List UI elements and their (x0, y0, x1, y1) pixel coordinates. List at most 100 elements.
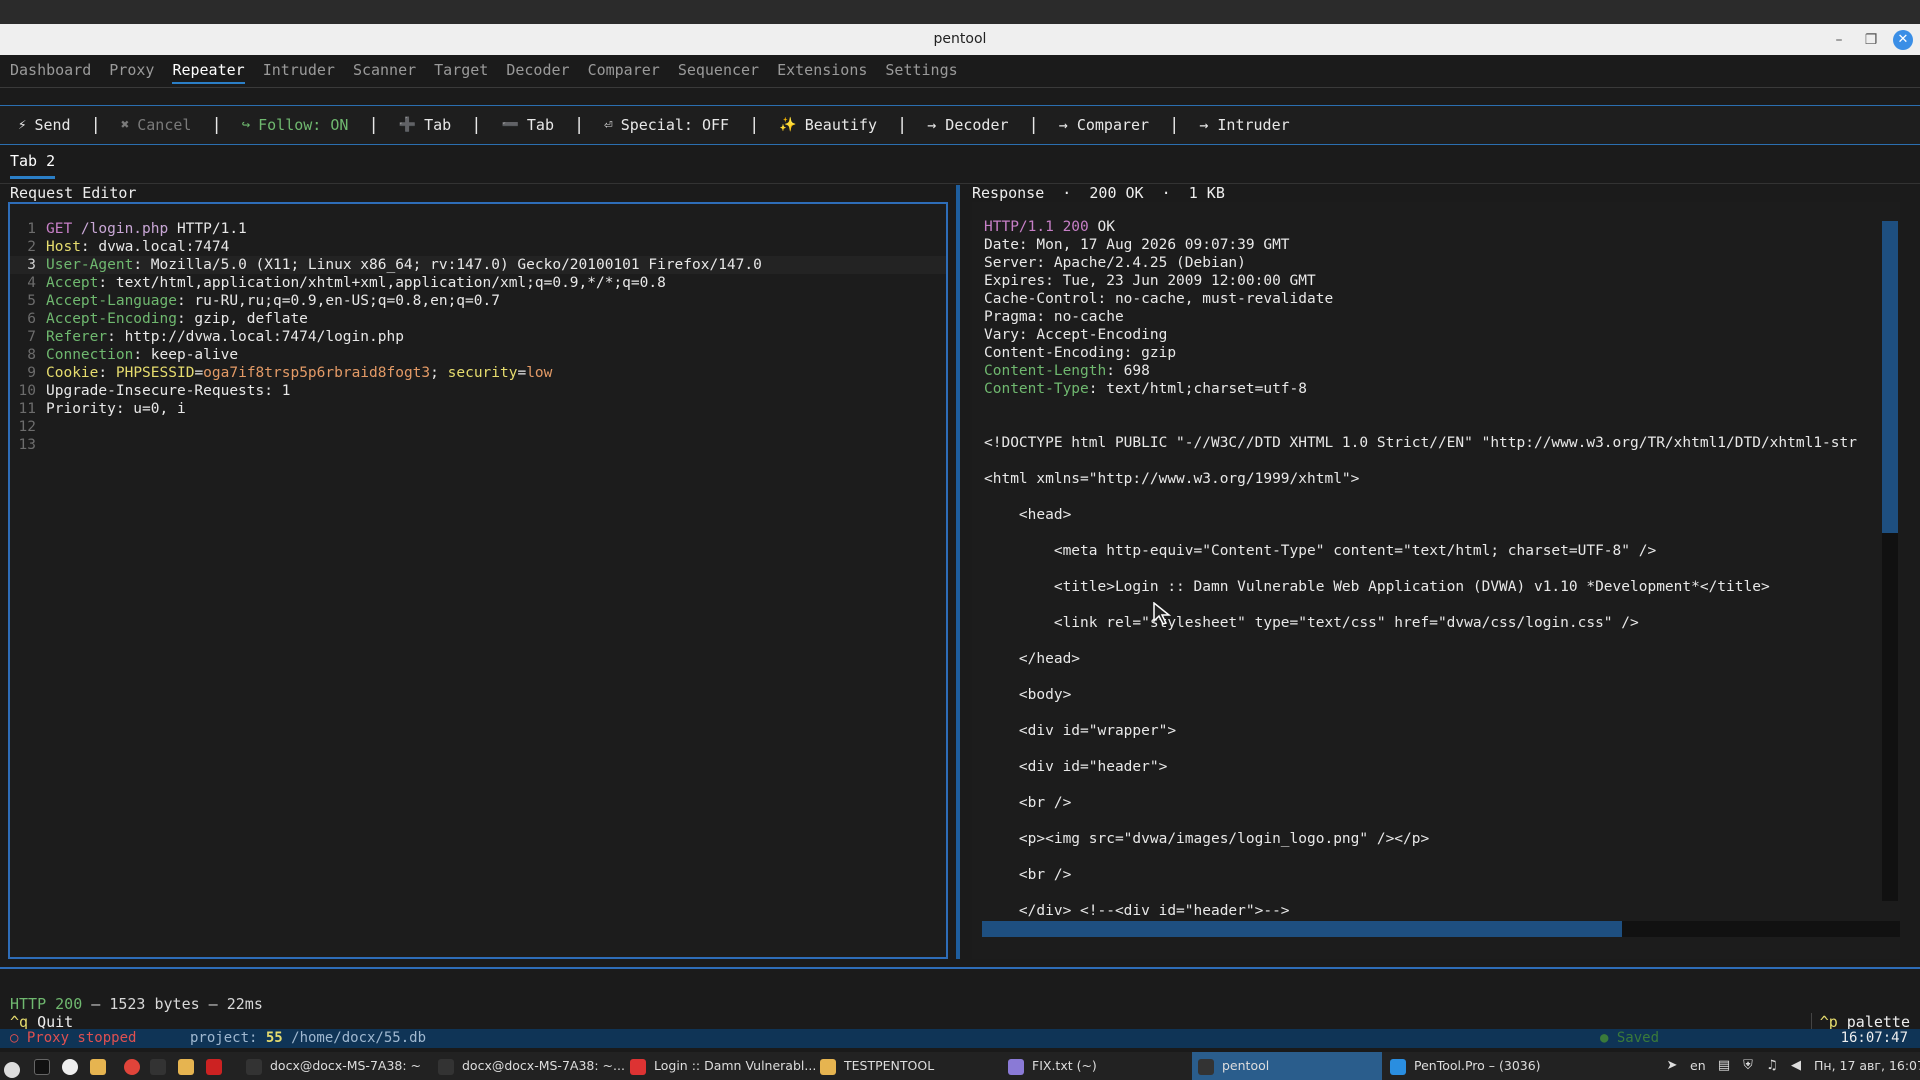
terminal-launcher-icon[interactable] (34, 1052, 58, 1080)
menu-dashboard[interactable]: Dashboard (10, 61, 91, 79)
restore-icon[interactable]: ❐ (1861, 30, 1881, 50)
request-line[interactable]: 5 Accept-Language: ru-RU,ru;q=0.9,en-US;q… (10, 292, 946, 310)
response-line[interactable]: Server: Apache/2.4.25 (Debian) (984, 254, 1864, 272)
request-line[interactable]: 1 GET /login.php HTTP/1.1 (10, 220, 946, 238)
response-line[interactable]: Expires: Tue, 23 Jun 2009 12:00:00 GMT (984, 272, 1864, 290)
response-viewer[interactable]: HTTP/1.1 200 OK Date: Mon, 17 Aug 2026 09… (970, 202, 1900, 959)
taskbar-window-item[interactable]: pentool (1192, 1052, 1382, 1080)
response-line[interactable]: <div id="header"> (984, 758, 1864, 776)
response-line[interactable]: Pragma: no-cache (984, 308, 1864, 326)
response-line[interactable] (984, 524, 1864, 542)
response-line[interactable] (984, 398, 1864, 416)
request-line[interactable]: 6 Accept-Encoding: gzip, deflate (10, 310, 946, 328)
send-to-intruder-button[interactable]: → Intruder (1199, 116, 1289, 134)
shield-icon[interactable]: ⛨ (1740, 1058, 1756, 1074)
keyboard-layout[interactable]: en (1690, 1052, 1706, 1080)
menu-sequencer[interactable]: Sequencer (678, 61, 759, 79)
request-line[interactable]: 7 Referer: http://dvwa.local:7474/login.p… (10, 328, 946, 346)
menu-repeater[interactable]: Repeater (172, 61, 245, 84)
response-line[interactable]: <br /> (984, 866, 1864, 884)
response-line[interactable] (984, 632, 1864, 650)
menu-intruder[interactable]: Intruder (263, 61, 335, 79)
request-line[interactable]: 3 User-Agent: Mozilla/5.0 (X11; Linux x86… (10, 256, 946, 274)
response-line[interactable]: </head> (984, 650, 1864, 668)
response-line[interactable] (984, 668, 1864, 686)
volume-icon[interactable]: ◀ (1788, 1058, 1804, 1074)
response-line[interactable] (984, 488, 1864, 506)
request-line[interactable]: 12 (10, 418, 946, 436)
add-tab-button[interactable]: ➕ Tab (399, 116, 452, 134)
minimize-icon[interactable]: – (1829, 30, 1849, 50)
console-launcher-icon[interactable] (150, 1052, 174, 1080)
cancel-button[interactable]: ✖ Cancel (121, 116, 192, 134)
folder-launcher-icon[interactable] (178, 1052, 202, 1080)
remove-tab-button[interactable]: ➖ Tab (501, 116, 554, 134)
request-line[interactable]: 11 Priority: u=0, i (10, 400, 946, 418)
response-line[interactable]: Date: Mon, 17 Aug 2026 09:07:39 GMT (984, 236, 1864, 254)
send-to-decoder-button[interactable]: → Decoder (927, 116, 1008, 134)
response-line[interactable]: <html xmlns="http://www.w3.org/1999/xhtm… (984, 470, 1864, 488)
menu-target[interactable]: Target (434, 61, 488, 79)
menu-settings[interactable]: Settings (885, 61, 957, 79)
response-line[interactable]: </div> <!--<div id="header">--> (984, 902, 1864, 920)
bell-icon[interactable]: ♫ (1764, 1058, 1780, 1074)
request-line[interactable]: 4 Accept: text/html,application/xhtml+xml… (10, 274, 946, 292)
files-launcher-icon[interactable] (90, 1052, 114, 1080)
vivaldi-icon[interactable] (124, 1052, 148, 1080)
response-line[interactable]: Content-Type: text/html;charset=utf-8 (984, 380, 1864, 398)
response-line[interactable]: Content-Encoding: gzip (984, 344, 1864, 362)
request-line[interactable]: 10 Upgrade-Insecure-Requests: 1 (10, 382, 946, 400)
response-line[interactable]: Cache-Control: no-cache, must-revalidate (984, 290, 1864, 308)
beautify-button[interactable]: ✨ Beautify (779, 116, 877, 134)
response-line[interactable]: HTTP/1.1 200 OK (984, 218, 1864, 236)
menu-decoder[interactable]: Decoder (506, 61, 569, 79)
taskbar-window-item[interactable]: docx@docx-MS-7A38: ~ (240, 1052, 426, 1080)
yandex-browser-icon[interactable] (62, 1052, 86, 1080)
taskbar-window-item[interactable]: TESTPENTOOL (814, 1052, 996, 1080)
system-clock[interactable]: Пн, 17 авг, 16:07 (1814, 1052, 1920, 1080)
telegram-icon[interactable]: ➤ (1664, 1058, 1680, 1074)
response-line[interactable]: <head> (984, 506, 1864, 524)
follow-toggle[interactable]: ↪ Follow: ON (242, 116, 349, 134)
response-line[interactable] (984, 740, 1864, 758)
menu-comparer[interactable]: Comparer (588, 61, 660, 79)
response-line[interactable] (984, 560, 1864, 578)
request-editor[interactable]: 1 GET /login.php HTTP/1.1 2 Host: dvwa.loca… (8, 202, 948, 959)
response-line[interactable] (984, 704, 1864, 722)
taskbar-window-item[interactable]: Login :: Damn Vulnerabl... (624, 1052, 816, 1080)
menu-scanner[interactable]: Scanner (353, 61, 416, 79)
menu-proxy[interactable]: Proxy (109, 61, 154, 79)
response-line[interactable]: Content-Length: 698 (984, 362, 1864, 380)
request-line[interactable]: 2 Host: dvwa.local:7474 (10, 238, 946, 256)
request-line[interactable]: 13 (10, 436, 946, 454)
response-line[interactable] (984, 776, 1864, 794)
response-code[interactable]: HTTP/1.1 200 OK Date: Mon, 17 Aug 2026 09… (984, 218, 1864, 920)
send-button[interactable]: ⚡ Send (18, 116, 71, 134)
response-horizontal-scroll-thumb[interactable] (982, 921, 1622, 937)
response-line[interactable]: <!DOCTYPE html PUBLIC "-//W3C//DTD XHTML… (984, 434, 1864, 452)
response-line[interactable] (984, 812, 1864, 830)
app-menu-icon[interactable] (4, 1052, 28, 1080)
response-line[interactable]: <p><img src="dvwa/images/login_logo.png"… (984, 830, 1864, 848)
request-code[interactable]: 1 GET /login.php HTTP/1.1 2 Host: dvwa.loca… (10, 220, 946, 454)
response-line[interactable]: <meta http-equiv="Content-Type" content=… (984, 542, 1864, 560)
close-icon[interactable]: ✕ (1893, 30, 1913, 50)
response-line[interactable]: <div id="wrapper"> (984, 722, 1864, 740)
response-line[interactable]: <link rel="stylesheet" type="text/css" h… (984, 614, 1864, 632)
response-line[interactable] (984, 452, 1864, 470)
response-line[interactable] (984, 416, 1864, 434)
taskbar-window-item[interactable]: FIX.txt (~) (1002, 1052, 1186, 1080)
pane-splitter[interactable] (956, 185, 960, 959)
clipboard-icon[interactable]: ▤ (1716, 1058, 1732, 1074)
taskbar-window-item[interactable]: PenTool.Pro – (3036) (1384, 1052, 1584, 1080)
send-to-comparer-button[interactable]: → Comparer (1059, 116, 1149, 134)
response-line[interactable]: <body> (984, 686, 1864, 704)
request-line[interactable]: 8 Connection: keep-alive (10, 346, 946, 364)
response-line[interactable]: Vary: Accept-Encoding (984, 326, 1864, 344)
pentool-launcher-icon[interactable] (206, 1052, 230, 1080)
response-line[interactable]: <title>Login :: Damn Vulnerable Web Appl… (984, 578, 1864, 596)
request-line[interactable]: 9 Cookie: PHPSESSID=oga7if8trsp5p6rbraid8… (10, 364, 946, 382)
response-vertical-scroll-thumb[interactable] (1882, 221, 1898, 533)
response-line[interactable] (984, 596, 1864, 614)
special-toggle[interactable]: ⏎ Special: OFF (604, 116, 729, 134)
